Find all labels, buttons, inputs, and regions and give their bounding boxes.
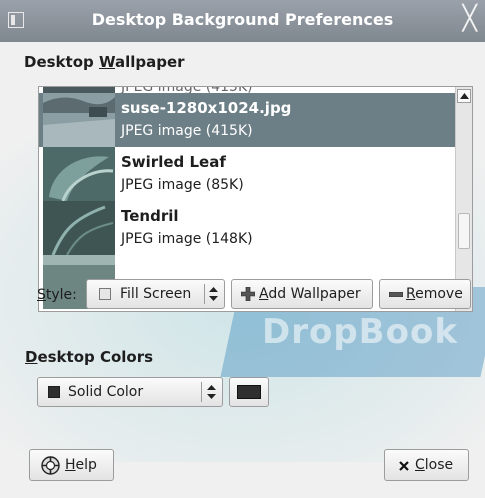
- wallpaper-name: suse-1280x1024.jpg: [121, 99, 292, 117]
- combo-separator: [204, 284, 205, 304]
- fill-screen-icon: [99, 288, 111, 300]
- scroll-up-button[interactable]: [457, 89, 471, 103]
- close-label: Close: [415, 457, 454, 473]
- style-combo-value: Fill Screen: [120, 286, 192, 302]
- wallpaper-list-viewport: JPEG image (415K) suse-1280x1024.jpg JPE…: [39, 87, 455, 311]
- list-item[interactable]: Swirled Leaf JPEG image (85K): [39, 147, 455, 201]
- help-lifebuoy-icon: [41, 456, 60, 475]
- desktop-wallpaper-heading: Desktop Wallpaper: [24, 53, 185, 71]
- wallpaper-thumbnail: [43, 147, 115, 201]
- help-button[interactable]: Help: [29, 449, 114, 481]
- plus-icon: [241, 287, 255, 301]
- updown-arrows-icon: [209, 287, 218, 301]
- solid-color-icon: [48, 386, 60, 398]
- arrow-up-icon: [460, 93, 469, 99]
- close-window-icon[interactable]: ╳: [463, 4, 477, 32]
- list-item[interactable]: suse-1280x1024.jpg JPEG image (415K): [39, 93, 455, 147]
- color-picker-button[interactable]: [229, 377, 269, 407]
- wallpaper-name: Tendril: [121, 207, 179, 225]
- add-wallpaper-label: Add Wallpaper: [259, 286, 361, 302]
- scrollbar-thumb[interactable]: [458, 213, 470, 249]
- updown-arrows-icon: [207, 385, 216, 399]
- title-bar: Desktop Background Preferences ╳: [0, 0, 485, 42]
- style-label: Style:: [37, 287, 77, 303]
- remove-button[interactable]: Remove: [379, 279, 471, 309]
- wallpaper-name: Swirled Leaf: [121, 153, 226, 171]
- wallpaper-thumbnail: [43, 201, 115, 255]
- minus-icon: [389, 292, 403, 297]
- wallpaper-list-scrollbar[interactable]: [455, 87, 472, 311]
- dialog-body: DropBook Desktop Wallpaper JPEG image (4…: [0, 42, 485, 498]
- list-item[interactable]: Tendril JPEG image (148K): [39, 201, 455, 255]
- window-title: Desktop Background Preferences: [91, 10, 394, 29]
- style-combo[interactable]: Fill Screen: [86, 279, 225, 309]
- wallpaper-meta: JPEG image (148K): [121, 231, 253, 247]
- wallpaper-meta: JPEG image (415K): [121, 123, 253, 139]
- color-mode-combo[interactable]: Solid Color: [37, 377, 223, 407]
- remove-label: Remove: [406, 286, 463, 302]
- add-wallpaper-button[interactable]: Add Wallpaper: [231, 279, 373, 309]
- wallpaper-meta: JPEG image (85K): [121, 177, 244, 193]
- close-x-icon: [399, 461, 409, 471]
- combo-separator: [201, 382, 202, 402]
- wallpaper-thumbnail: [43, 93, 115, 147]
- color-mode-value: Solid Color: [68, 384, 144, 400]
- help-label: Help: [65, 457, 97, 473]
- close-button[interactable]: Close: [384, 449, 469, 481]
- color-swatch: [237, 385, 261, 399]
- desktop-colors-heading: Desktop Colors: [25, 348, 154, 366]
- watermark-logo: DropBook: [262, 312, 458, 352]
